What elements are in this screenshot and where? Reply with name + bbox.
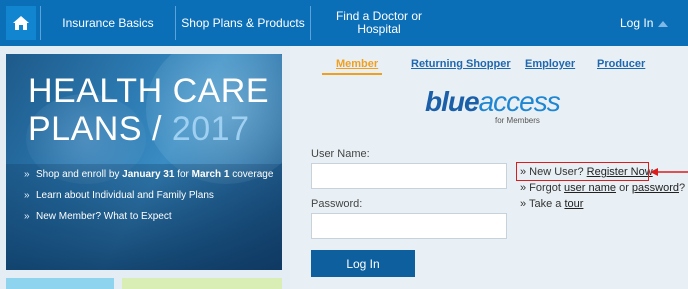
nav-find-doctor-line2: Hospital xyxy=(357,22,401,36)
password-label: Password: xyxy=(311,198,363,210)
nav-shop-plans[interactable]: Shop Plans & Products xyxy=(176,0,310,46)
bullet-icon: » xyxy=(24,190,30,201)
question-mark: ? xyxy=(679,182,686,194)
forgot-text: » Forgot xyxy=(520,182,565,194)
username-field[interactable] xyxy=(311,163,507,189)
tour-line: » Take a tour xyxy=(520,198,583,210)
tab-member[interactable]: Member xyxy=(336,58,378,70)
tab-employer[interactable]: Employer xyxy=(525,58,575,70)
password-field[interactable] xyxy=(311,213,507,239)
hero-title-line2: PLANS / 2017 xyxy=(28,110,269,148)
promo-tile[interactable] xyxy=(122,278,282,289)
bullet-icon: » xyxy=(24,211,30,222)
hero-banner: HEALTH CARE PLANS / 2017 » Shop and enro… xyxy=(6,54,282,270)
highlight-box xyxy=(516,162,649,181)
tour-text: » Take a xyxy=(520,198,565,210)
login-button[interactable]: Log In xyxy=(311,250,415,277)
logo-blue: blue xyxy=(425,86,480,117)
nav-divider xyxy=(40,6,41,40)
top-nav: Insurance Basics Shop Plans & Products F… xyxy=(0,0,688,46)
active-tab-indicator xyxy=(322,73,382,75)
forgot-line: » Forgot user name or password? xyxy=(520,182,685,194)
hero-bullet-text: Learn about Individual and Family Plans xyxy=(36,190,214,201)
tab-returning-shopper[interactable]: Returning Shopper xyxy=(411,58,511,70)
home-icon xyxy=(13,16,29,30)
hero-bullet-enroll[interactable]: » Shop and enroll by January 31 for Marc… xyxy=(24,168,279,181)
login-dropdown[interactable]: Log In xyxy=(566,6,686,40)
tour-link[interactable]: tour xyxy=(564,198,583,210)
logo-access: access xyxy=(478,86,561,117)
hero-title-line1: HEALTH CARE xyxy=(28,72,270,110)
username-label: User Name: xyxy=(311,148,370,160)
forgot-username-link[interactable]: user name xyxy=(564,182,616,194)
hero-title-plans: PLANS / xyxy=(28,110,172,148)
or-text: or xyxy=(616,182,632,194)
hero-title: HEALTH CARE PLANS / 2017 xyxy=(28,72,269,148)
login-label: Log In xyxy=(620,16,654,30)
tab-producer[interactable]: Producer xyxy=(597,58,645,70)
arrow-left-icon xyxy=(650,168,688,176)
hero-bullet-list: » Shop and enroll by January 31 for Marc… xyxy=(24,168,279,231)
bullet-icon: » xyxy=(24,169,30,180)
blueaccess-logo: blueaccess for Members xyxy=(425,86,561,125)
nav-find-doctor[interactable]: Find a Doctor or Hospital xyxy=(311,0,447,46)
home-button[interactable] xyxy=(6,6,36,40)
caret-up-icon xyxy=(658,21,668,27)
hero-bullet-text: New Member? What to Expect xyxy=(36,211,172,222)
hero-bullet-learn[interactable]: » Learn about Individual and Family Plan… xyxy=(24,189,279,202)
hero-bullet-new-member[interactable]: » New Member? What to Expect xyxy=(24,210,279,223)
logo-subtitle: for Members xyxy=(495,116,540,125)
nav-insurance-basics[interactable]: Insurance Basics xyxy=(42,0,174,46)
promo-tile[interactable] xyxy=(6,278,114,289)
hero-title-year: 2017 xyxy=(171,110,250,148)
hero-bullet-text: Shop and enroll by January 31 for March … xyxy=(36,169,274,180)
forgot-password-link[interactable]: password xyxy=(632,182,679,194)
